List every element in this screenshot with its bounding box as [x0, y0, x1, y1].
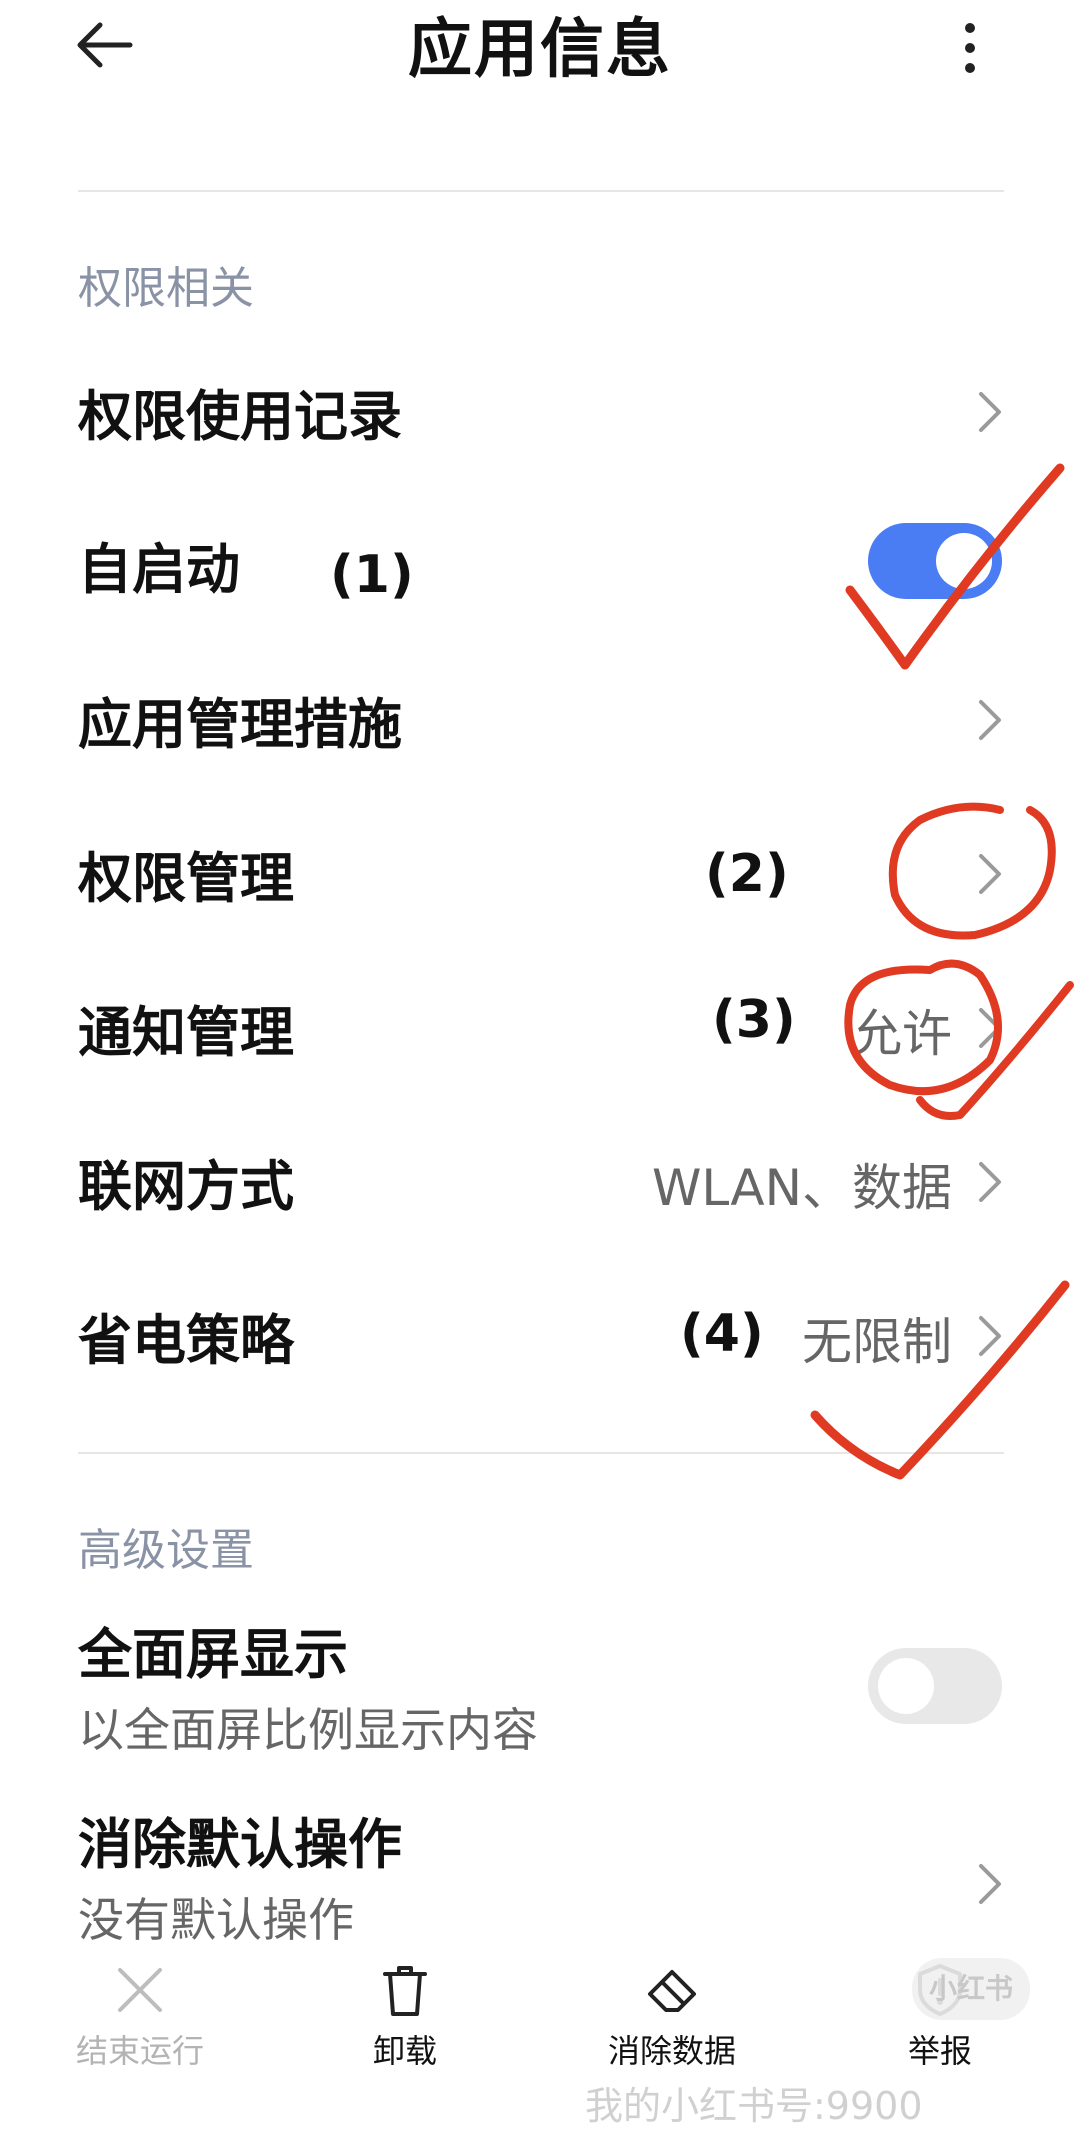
row-subtitle: 以全面屏比例显示内容: [78, 1703, 538, 1757]
row-label: 自启动: [78, 538, 240, 601]
divider: [78, 190, 1004, 192]
bottom-label: 结束运行: [75, 2032, 204, 2070]
power-saving-policy-row[interactable]: 省电策略 (4) 无限制: [0, 1284, 1080, 1384]
row-label: 省电策略: [78, 1309, 294, 1372]
section-title-permissions: 权限相关: [78, 263, 254, 314]
bottom-label: 举报: [907, 2032, 972, 2070]
chevron-right-icon: [979, 1864, 1001, 1904]
watermark-text: 我的小红书号:9900: [585, 2084, 923, 2128]
annotation-label: (2): [705, 844, 789, 904]
chevron-right-icon: [979, 854, 1001, 894]
row-subtitle: 没有默认操作: [78, 1893, 354, 1947]
network-mode-row[interactable]: 联网方式 WLAN、数据: [0, 1130, 1080, 1230]
permission-usage-record-row[interactable]: 权限使用记录: [0, 360, 1080, 460]
watermark-logo: 小红书: [912, 1958, 1030, 2020]
row-label: 联网方式: [78, 1155, 294, 1218]
row-label: 应用管理措施: [78, 693, 402, 756]
bottom-label: 卸载: [372, 2032, 437, 2070]
notification-management-row[interactable]: 通知管理 (3) 允许: [0, 976, 1080, 1076]
uninstall-button[interactable]: 卸载: [305, 1960, 505, 2110]
row-label: 通知管理: [78, 1001, 294, 1064]
row-label: 权限管理: [78, 847, 294, 910]
chevron-right-icon: [979, 700, 1001, 740]
annotation-label: (3): [712, 990, 796, 1050]
annotation-label: (4): [680, 1304, 764, 1364]
divider: [78, 1452, 1004, 1454]
trash-icon: [383, 1966, 427, 2016]
force-stop-button[interactable]: 结束运行: [40, 1960, 240, 2110]
eraser-icon: [648, 1970, 696, 2012]
row-label: 权限使用记录: [78, 385, 402, 448]
row-value: 无限制: [802, 1313, 952, 1371]
permission-management-row[interactable]: 权限管理 (2): [0, 822, 1080, 922]
row-label: 消除默认操作: [78, 1813, 402, 1876]
row-value: 允许: [852, 1005, 952, 1063]
row-label: 全面屏显示: [78, 1623, 348, 1686]
more-vertical-icon[interactable]: [960, 18, 1000, 78]
clear-default-action-row[interactable]: 消除默认操作 没有默认操作: [0, 1800, 1080, 1960]
chevron-right-icon: [979, 1162, 1001, 1202]
row-value: WLAN、数据: [651, 1159, 952, 1217]
app-management-measures-row[interactable]: 应用管理措施: [0, 668, 1080, 768]
chevron-right-icon: [979, 1316, 1001, 1356]
chevron-right-icon: [979, 392, 1001, 432]
page-title: 应用信息: [408, 13, 672, 87]
chevron-right-icon: [979, 1008, 1001, 1048]
auto-start-toggle[interactable]: [868, 523, 1002, 599]
close-icon: [118, 1968, 162, 2012]
full-screen-display-toggle[interactable]: [868, 1648, 1002, 1724]
section-title-advanced: 高级设置: [78, 1525, 254, 1576]
bottom-label: 消除数据: [607, 2032, 736, 2070]
full-screen-display-row: 全面屏显示 以全面屏比例显示内容: [0, 1610, 1080, 1770]
annotation-label: (1): [330, 545, 414, 605]
auto-start-row: 自启动 (1): [0, 515, 1080, 615]
